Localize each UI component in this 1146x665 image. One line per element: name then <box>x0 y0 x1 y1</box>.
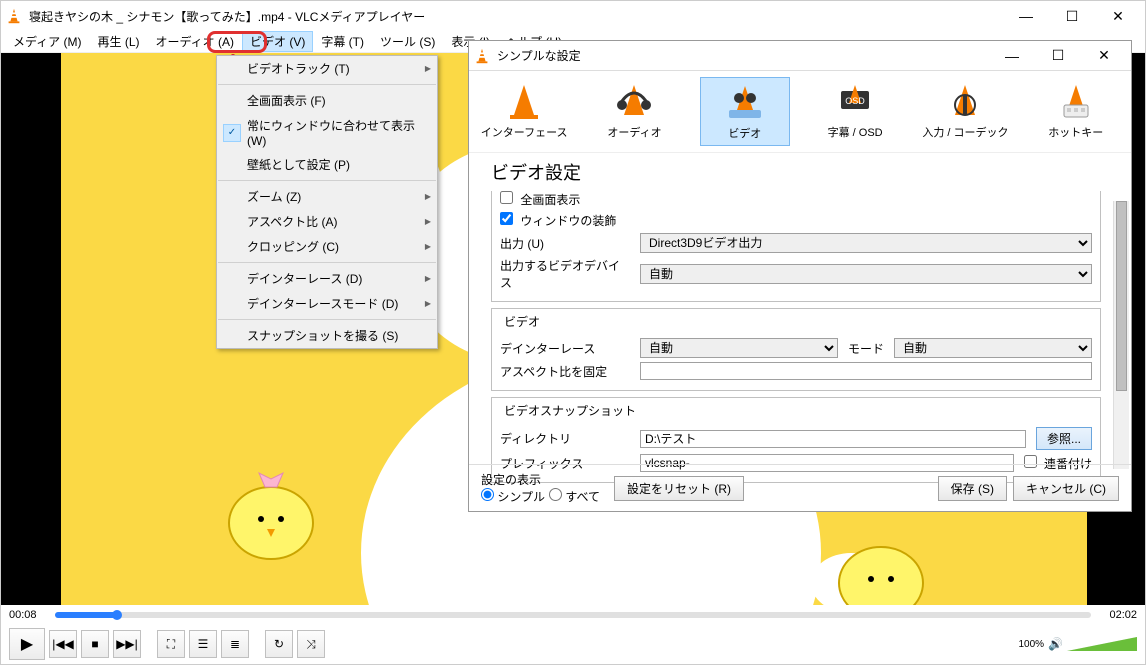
menu-item[interactable]: ズーム (Z) <box>217 184 437 209</box>
reset-button[interactable]: 設定をリセット (R) <box>614 476 744 501</box>
seek-bar[interactable] <box>55 612 1091 618</box>
menu-playback[interactable]: 再生 (L) <box>89 31 147 52</box>
svg-text:OSD: OSD <box>845 96 865 106</box>
prefs-maximize-button[interactable]: ☐ <box>1035 41 1081 71</box>
prefs-section-title: ビデオ設定 <box>491 159 1101 185</box>
menu-video[interactable]: ビデオ (V) <box>242 31 313 52</box>
volume-label: 100% <box>1018 639 1044 650</box>
random-button[interactable]: ⤨ <box>297 630 325 658</box>
ext-settings-button[interactable]: ☰ <box>189 630 217 658</box>
next-button[interactable]: ▶▶| <box>113 630 141 658</box>
menu-item[interactable]: スナップショットを撮る (S) <box>217 323 437 348</box>
main-titlebar: 寝起きヤシの木 _ シナモン【歌ってみた】.mp4 - VLCメディアプレイヤー… <box>1 1 1145 31</box>
menu-item[interactable]: 全画面表示 (F) <box>217 88 437 113</box>
prefs-cat[interactable]: オーディオ <box>589 77 679 146</box>
prefs-minimize-button[interactable]: — <box>989 41 1035 71</box>
fullscreen-checkbox[interactable]: 全画面表示 <box>500 191 580 208</box>
menu-item[interactable]: クロッピング (C) <box>217 234 437 259</box>
prefs-cat[interactable]: 入力 / コーデック <box>920 77 1010 146</box>
output-select[interactable]: Direct3D9ビデオ出力 <box>640 233 1092 253</box>
fullscreen-button[interactable]: ⛶ <box>157 630 185 658</box>
output-label: 出力 (U) <box>500 235 630 252</box>
device-select[interactable]: 自動 <box>640 264 1092 284</box>
prefs-close-button[interactable]: ✕ <box>1081 41 1127 71</box>
prefs-cat[interactable]: OSD字幕 / OSD <box>810 77 900 146</box>
prefs-title: シンプルな設定 <box>497 47 989 64</box>
menu-tools[interactable]: ツール (S) <box>372 31 443 52</box>
save-button[interactable]: 保存 (S) <box>938 476 1007 501</box>
radio-all[interactable]: すべて <box>549 488 600 505</box>
deint-label: デインターレース <box>500 340 630 357</box>
menu-media[interactable]: メディア (M) <box>5 31 89 52</box>
mode-select[interactable]: 自動 <box>894 338 1092 358</box>
prefs-dialog: シンプルな設定 — ☐ ✕ インターフェースオーディオビデオOSD字幕 / OS… <box>468 40 1132 512</box>
dir-input[interactable] <box>640 430 1026 448</box>
play-button[interactable]: ▶ <box>9 628 45 660</box>
time-current: 00:08 <box>9 609 49 621</box>
vlc-cone-icon <box>473 47 491 65</box>
menu-item[interactable]: ✓常にウィンドウに合わせて表示 (W) <box>217 113 437 152</box>
close-button[interactable]: ✕ <box>1095 1 1141 31</box>
aspect-input[interactable] <box>640 362 1092 380</box>
vlc-cone-icon <box>5 7 23 25</box>
prev-button[interactable]: |◀◀ <box>49 630 77 658</box>
stop-button[interactable]: ■ <box>81 630 109 658</box>
time-total: 02:02 <box>1097 609 1137 621</box>
browse-button[interactable]: 参照... <box>1036 427 1092 450</box>
playlist-button[interactable]: ≣ <box>221 630 249 658</box>
group-snap-label: ビデオスナップショット <box>500 402 640 419</box>
group-video-label: ビデオ <box>500 313 544 330</box>
progress-row: 00:08 02:02 <box>1 605 1145 625</box>
minimize-button[interactable]: — <box>1003 1 1049 31</box>
maximize-button[interactable]: ☐ <box>1049 1 1095 31</box>
menu-item[interactable]: デインターレース (D) <box>217 266 437 291</box>
controls-row: ▶ |◀◀ ■ ▶▶| ⛶ ☰ ≣ ↻ ⤨ 100% 🔊 <box>1 625 1145 663</box>
loop-button[interactable]: ↻ <box>265 630 293 658</box>
cancel-button[interactable]: キャンセル (C) <box>1013 476 1119 501</box>
dir-label: ディレクトリ <box>500 430 630 447</box>
menu-item[interactable]: ビデオトラック (T) <box>217 56 437 81</box>
prefs-cat[interactable]: ビデオ <box>700 77 790 146</box>
menu-item[interactable]: 壁紙として設定 (P) <box>217 152 437 177</box>
prefs-category-row: インターフェースオーディオビデオ OSD字幕 / OSD 入力 / コーデックホット… <box>469 71 1131 153</box>
menu-item[interactable]: デインターレースモード (D) <box>217 291 437 316</box>
prefs-cat[interactable]: ホットキー <box>1031 77 1121 146</box>
mute-icon[interactable]: 🔊 <box>1048 637 1063 651</box>
window-deco-checkbox[interactable]: ウィンドウの装飾 <box>500 212 616 229</box>
aspect-label: アスペクト比を固定 <box>500 363 630 380</box>
volume-slider[interactable] <box>1067 637 1137 651</box>
show-label: 設定の表示 <box>481 471 600 488</box>
window-title: 寝起きヤシの木 _ シナモン【歌ってみた】.mp4 - VLCメディアプレイヤー <box>29 8 1003 25</box>
mode-label: モード <box>848 340 884 357</box>
deint-select[interactable]: 自動 <box>640 338 838 358</box>
menu-item[interactable]: アスペクト比 (A) <box>217 209 437 234</box>
video-menu-dropdown: ビデオトラック (T) 全画面表示 (F)✓常にウィンドウに合わせて表示 (W)壁… <box>216 55 438 349</box>
radio-simple[interactable]: シンプル <box>481 488 545 505</box>
prefs-cat[interactable]: インターフェース <box>479 77 569 146</box>
prefs-scrollbar[interactable] <box>1113 201 1129 469</box>
menu-subtitle[interactable]: 字幕 (T) <box>313 31 372 52</box>
menu-audio[interactable]: オーディオ (A) <box>148 31 243 52</box>
device-label: 出力するビデオデバイス <box>500 257 630 291</box>
